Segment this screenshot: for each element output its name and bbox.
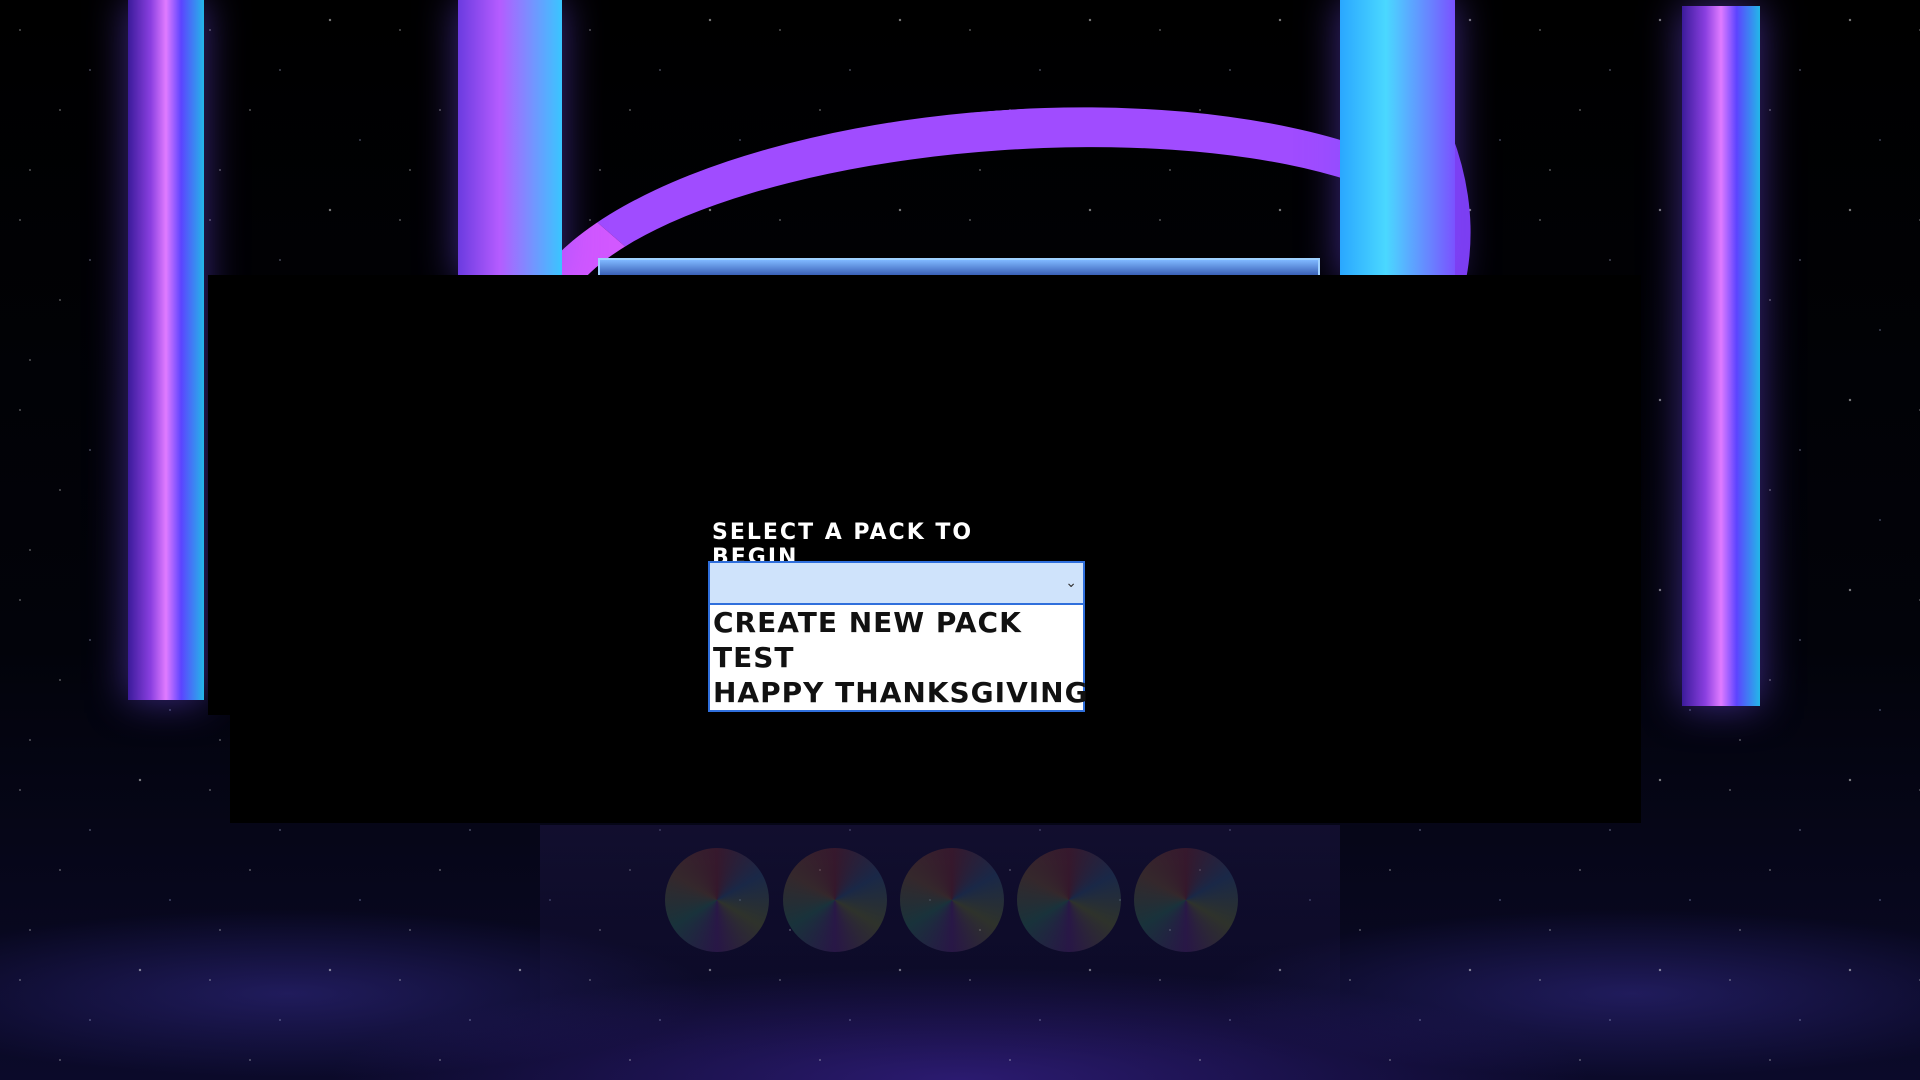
stage-pillar-left [128,0,204,700]
wheel-reflection [665,848,769,952]
stage-pillar [1340,0,1455,280]
wheel-reflection [1017,848,1121,952]
wheel-reflection [1134,848,1238,952]
wheel-reflection [900,848,1004,952]
stage-pillar [458,0,562,280]
chevron-down-icon[interactable]: ⌄ [1065,575,1077,591]
pack-options-list: CREATE NEW PACK TEST HAPPY THANKSGIVING [708,605,1088,712]
pack-select-dropdown[interactable]: ⌄ [708,561,1085,605]
pack-option-happy-thanksgiving[interactable]: HAPPY THANKSGIVING [713,675,1088,710]
wheel-reflection [783,848,887,952]
pack-option-test[interactable]: TEST [713,640,1083,675]
pack-option-create-new[interactable]: CREATE NEW PACK [713,605,1083,640]
stage-pillar-right [1682,6,1760,706]
